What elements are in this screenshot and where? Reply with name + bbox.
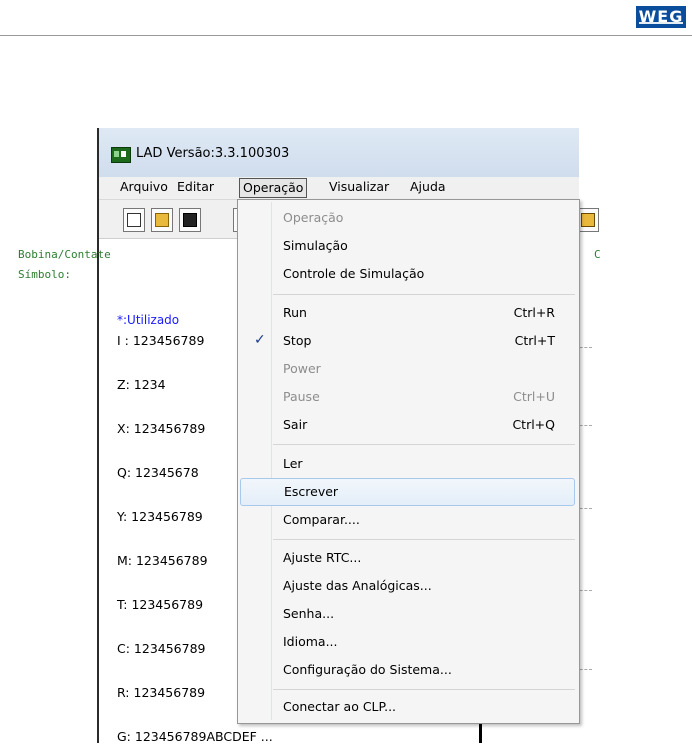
menu-item-label: Ler xyxy=(283,456,303,471)
menu-item-label: Pause xyxy=(283,389,320,404)
menu-separator xyxy=(273,539,575,540)
register-row-i: I : 123456789 xyxy=(117,333,205,348)
menu-item-sair[interactable]: Sair Ctrl+Q xyxy=(240,412,575,438)
used-legend: *:Utilizado xyxy=(117,313,180,327)
menu-editar[interactable]: Editar xyxy=(174,177,217,197)
register-row-g: G: 123456789ABCDEF ... xyxy=(117,729,273,744)
new-file-icon xyxy=(127,213,141,227)
toolbar-button-right[interactable] xyxy=(577,208,599,232)
window-title: LAD Versão:3.3.100303 xyxy=(136,146,290,161)
app-icon xyxy=(111,147,131,163)
menu-item-stop[interactable]: ✓ Stop Ctrl+T xyxy=(240,328,575,354)
menu-item-label: Stop xyxy=(283,333,312,348)
register-row-c: C: 123456789 xyxy=(117,641,206,656)
menu-item-label: Power xyxy=(283,361,321,376)
register-row-t: T: 123456789 xyxy=(117,597,204,612)
toolbar-right-icon xyxy=(581,213,595,227)
menu-item-label: Escrever xyxy=(284,484,339,499)
menu-item-ler[interactable]: Ler xyxy=(240,451,575,477)
save-icon xyxy=(183,213,197,227)
menu-item-ajuste-analogicas[interactable]: Ajuste das Analógicas... xyxy=(240,573,575,599)
menu-item-power: Power xyxy=(240,356,575,382)
menu-arquivo[interactable]: Arquivo xyxy=(117,177,171,197)
menu-item-idioma[interactable]: Idioma... xyxy=(240,629,575,655)
menu-item-label: Simulação xyxy=(283,238,348,253)
folder-icon xyxy=(155,213,169,227)
weg-logo: WEG xyxy=(636,6,686,28)
register-row-r: R: 123456789 xyxy=(117,685,206,700)
menu-bar: Arquivo Editar Operação Visualizar Ajuda xyxy=(99,177,579,200)
panel-header-right: C xyxy=(594,248,601,261)
menu-item-shortcut: Ctrl+T xyxy=(514,333,555,348)
menu-item-label: Idioma... xyxy=(283,634,338,649)
register-row-q: Q: 12345678 xyxy=(117,465,199,480)
menu-item-conectar-clp[interactable]: Conectar ao CLP... xyxy=(240,694,575,720)
menu-ajuda[interactable]: Ajuda xyxy=(407,177,449,197)
menu-item-operacao: Operação xyxy=(240,205,575,231)
menu-item-escrever[interactable]: Escrever xyxy=(240,478,575,506)
menu-item-ajuste-rtc[interactable]: Ajuste RTC... xyxy=(240,545,575,571)
menu-separator xyxy=(273,294,575,295)
panel-header-simbolo: Símbolo: xyxy=(18,268,71,281)
register-row-z: Z: 1234 xyxy=(117,377,166,392)
register-row-m: M: 123456789 xyxy=(117,553,208,568)
menu-item-label: Senha... xyxy=(283,606,335,621)
menu-item-label: Controle de Simulação xyxy=(283,266,425,281)
menu-item-label: Configuração do Sistema... xyxy=(283,662,452,677)
menu-visualizar[interactable]: Visualizar xyxy=(326,177,392,197)
open-file-button[interactable] xyxy=(151,208,173,232)
menu-item-label: Comparar.... xyxy=(283,512,360,527)
menu-item-run[interactable]: Run Ctrl+R xyxy=(240,300,575,326)
menu-item-shortcut: Ctrl+U xyxy=(513,389,555,404)
menu-item-label: Run xyxy=(283,305,307,320)
menu-item-label: Ajuste RTC... xyxy=(283,550,362,565)
panel-header-bobina: Bobina/Contate xyxy=(18,248,111,261)
menu-item-shortcut: Ctrl+R xyxy=(513,305,555,320)
menu-separator xyxy=(273,689,575,690)
menu-item-label: Conectar ao CLP... xyxy=(283,699,397,714)
menu-item-configuracao-sistema[interactable]: Configuração do Sistema... xyxy=(240,657,575,683)
menu-item-label: Ajuste das Analógicas... xyxy=(283,578,432,593)
register-row-y: Y: 123456789 xyxy=(117,509,203,524)
menu-item-comparar[interactable]: Comparar.... xyxy=(240,507,575,533)
menu-item-controle-simulacao[interactable]: Controle de Simulação xyxy=(240,261,575,287)
menu-separator xyxy=(273,444,575,445)
menu-item-label: Sair xyxy=(283,417,308,432)
title-bar: LAD Versão:3.3.100303 xyxy=(99,128,579,180)
checkmark-icon: ✓ xyxy=(254,332,266,348)
menu-item-shortcut: Ctrl+Q xyxy=(512,417,555,432)
operacao-dropdown-menu: Operação Simulação Controle de Simulação… xyxy=(237,199,580,724)
menu-item-label: Operação xyxy=(283,210,344,225)
save-button[interactable] xyxy=(179,208,201,232)
register-row-x: X: 123456789 xyxy=(117,421,206,436)
menu-item-simulacao[interactable]: Simulação xyxy=(240,233,575,259)
menu-item-senha[interactable]: Senha... xyxy=(240,601,575,627)
menu-item-pause: Pause Ctrl+U xyxy=(240,384,575,410)
new-file-button[interactable] xyxy=(123,208,145,232)
menu-operacao[interactable]: Operação xyxy=(239,178,308,198)
header-divider xyxy=(0,35,692,36)
